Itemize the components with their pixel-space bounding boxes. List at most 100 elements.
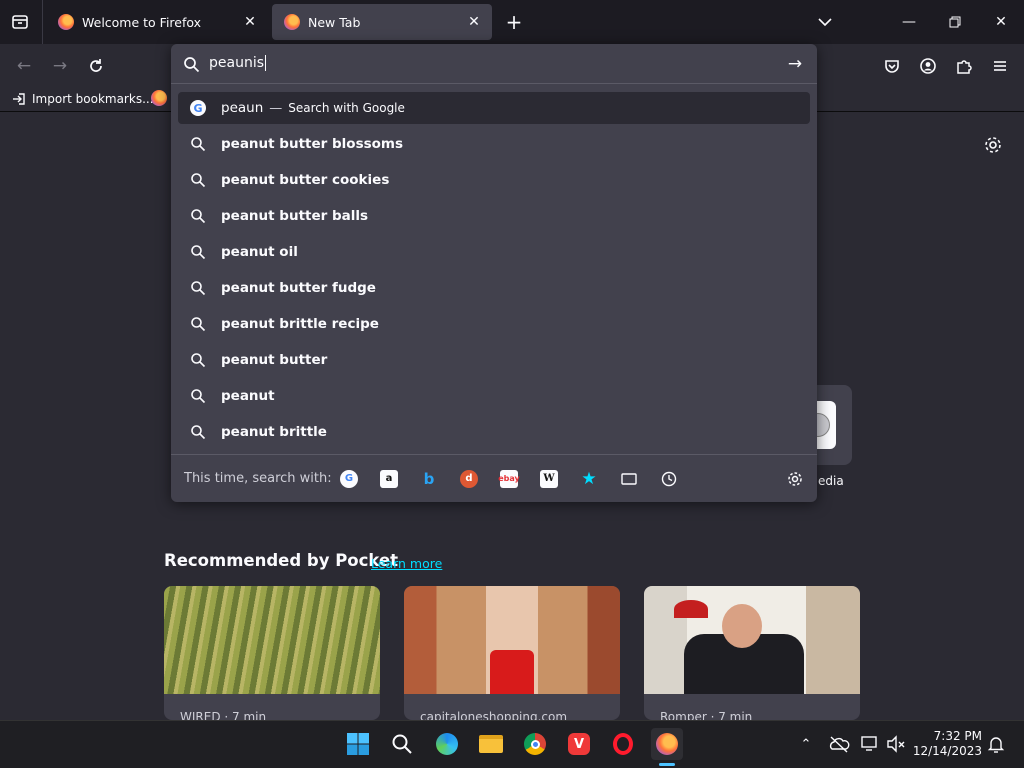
learn-more-link[interactable]: Learn more: [371, 556, 442, 571]
text-cursor: [265, 55, 267, 71]
tab-welcome[interactable]: Welcome to Firefox ✕: [46, 4, 268, 40]
heuristic-action: Search with Google: [288, 101, 405, 115]
suggestion-text: peanut brittle: [221, 424, 327, 440]
app-menu-button[interactable]: [986, 52, 1014, 80]
restore-button[interactable]: [932, 0, 978, 44]
search-suggestion[interactable]: peanut butter balls: [178, 200, 810, 232]
bookmarks-icon[interactable]: ★: [580, 469, 598, 489]
search-suggestion[interactable]: peanut butter: [178, 344, 810, 376]
taskbar-search-button[interactable]: [386, 728, 418, 760]
arrow-left-icon: ←: [16, 56, 32, 76]
heuristic-query: peaun: [221, 100, 264, 116]
close-window-button[interactable]: ✕: [978, 0, 1024, 44]
wikipedia-icon[interactable]: W: [540, 469, 558, 488]
search-icon: [191, 173, 206, 188]
search-icon: [191, 317, 206, 332]
pocket-button[interactable]: [878, 52, 906, 80]
suggestion-text: peanut butter fudge: [221, 280, 376, 296]
pocket-card[interactable]: Romper · 7 min: [644, 586, 860, 720]
extensions-button[interactable]: [950, 52, 978, 80]
windows-icon: [347, 733, 369, 755]
plus-icon: +: [505, 10, 523, 34]
suggestion-text: peanut butter balls: [221, 208, 369, 224]
urlbar-popup: peaunis → G peaun — Search with Google p…: [171, 44, 817, 502]
article-image: [404, 586, 620, 694]
account-icon: [920, 58, 936, 74]
vivaldi-icon[interactable]: V: [563, 728, 595, 760]
search-suggestion[interactable]: peanut butter blossoms: [178, 128, 810, 160]
clock-date: 12/14/2023: [912, 744, 982, 758]
suggestion-text: peanut butter: [221, 352, 328, 368]
pocket-icon: [885, 60, 899, 73]
bing-icon[interactable]: b: [420, 470, 438, 488]
search-suggestion[interactable]: peanut butter fudge: [178, 272, 810, 304]
bell-icon: [987, 737, 1005, 753]
chevron-up-icon: ⌃: [800, 736, 812, 752]
list-all-tabs-button[interactable]: [812, 10, 838, 34]
search-icon: [191, 281, 206, 296]
firefox-icon: [58, 14, 74, 30]
suggestion-text: peanut butter cookies: [221, 172, 390, 188]
close-icon[interactable]: ✕: [464, 12, 484, 32]
article-source: WIRED · 7 min: [180, 710, 267, 720]
one-off-search-bar: This time, search with: G a b d ebay W ★: [171, 454, 817, 502]
url-input-value: peaunis: [209, 55, 265, 71]
firefox-bookmark-icon[interactable]: [151, 90, 167, 106]
forward-button[interactable]: →: [46, 52, 74, 80]
back-button[interactable]: ←: [10, 52, 38, 80]
pocket-card[interactable]: WIRED · 7 min: [164, 586, 380, 720]
firefox-view-button[interactable]: [8, 10, 32, 34]
volume-muted-icon[interactable]: [886, 734, 906, 754]
notifications-button[interactable]: [986, 734, 1006, 754]
opera-icon[interactable]: [607, 728, 639, 760]
minimize-button[interactable]: —: [886, 0, 932, 44]
restore-icon: [949, 16, 961, 28]
url-input[interactable]: peaunis: [209, 55, 267, 71]
search-suggestion[interactable]: peanut butter cookies: [178, 164, 810, 196]
suggestion-text: peanut oil: [221, 244, 298, 260]
history-icon[interactable]: [660, 470, 678, 488]
start-button[interactable]: [342, 728, 374, 760]
pocket-card[interactable]: capitaloneshopping.com: [404, 586, 620, 720]
heuristic-result[interactable]: G peaun — Search with Google: [178, 92, 810, 124]
duckduckgo-icon[interactable]: d: [460, 469, 478, 488]
firefox-taskbar-icon[interactable]: [651, 728, 683, 760]
import-icon: [13, 93, 25, 105]
tab-new-tab[interactable]: New Tab ✕: [272, 4, 492, 40]
search-settings-button[interactable]: [786, 470, 804, 488]
search-suggestion[interactable]: peanut oil: [178, 236, 810, 268]
search-icon: [191, 209, 206, 224]
tab-title: Welcome to Firefox: [82, 14, 202, 30]
account-button[interactable]: [914, 52, 942, 80]
go-button[interactable]: →: [783, 54, 807, 74]
search-suggestion[interactable]: peanut: [178, 380, 810, 412]
article-image: [164, 586, 380, 694]
amazon-icon[interactable]: a: [380, 469, 398, 488]
close-icon[interactable]: ✕: [240, 12, 260, 32]
show-hidden-icons-button[interactable]: ⌃: [796, 734, 816, 754]
file-explorer-icon[interactable]: [475, 728, 507, 760]
edge-taskbar-icon[interactable]: [431, 728, 463, 760]
google-icon[interactable]: G: [340, 469, 358, 488]
search-suggestion[interactable]: peanut brittle: [178, 416, 810, 448]
onedrive-icon[interactable]: [828, 734, 850, 754]
active-app-indicator: [659, 763, 675, 766]
clock[interactable]: 7:32 PM 12/14/2023: [912, 729, 982, 759]
tabs-icon[interactable]: [620, 470, 638, 488]
import-bookmarks-button[interactable]: Import bookmarks...: [12, 90, 154, 108]
personalize-button[interactable]: [982, 134, 1004, 156]
suggestion-text: peanut brittle recipe: [221, 316, 379, 332]
search-icon: [184, 57, 200, 73]
search-icon: [191, 425, 206, 440]
search-suggestion[interactable]: peanut brittle recipe: [178, 308, 810, 340]
urlbar: peaunis →: [171, 44, 817, 84]
network-icon[interactable]: [860, 734, 882, 754]
suggestion-text: peanut butter blossoms: [221, 136, 404, 152]
reload-icon: [90, 59, 102, 72]
ebay-icon[interactable]: ebay: [498, 469, 520, 488]
reload-button[interactable]: [82, 52, 110, 80]
chrome-icon[interactable]: [519, 728, 551, 760]
new-tab-button[interactable]: +: [502, 10, 526, 34]
tab-title: New Tab: [308, 14, 361, 30]
firefox-view-icon: [12, 15, 28, 29]
